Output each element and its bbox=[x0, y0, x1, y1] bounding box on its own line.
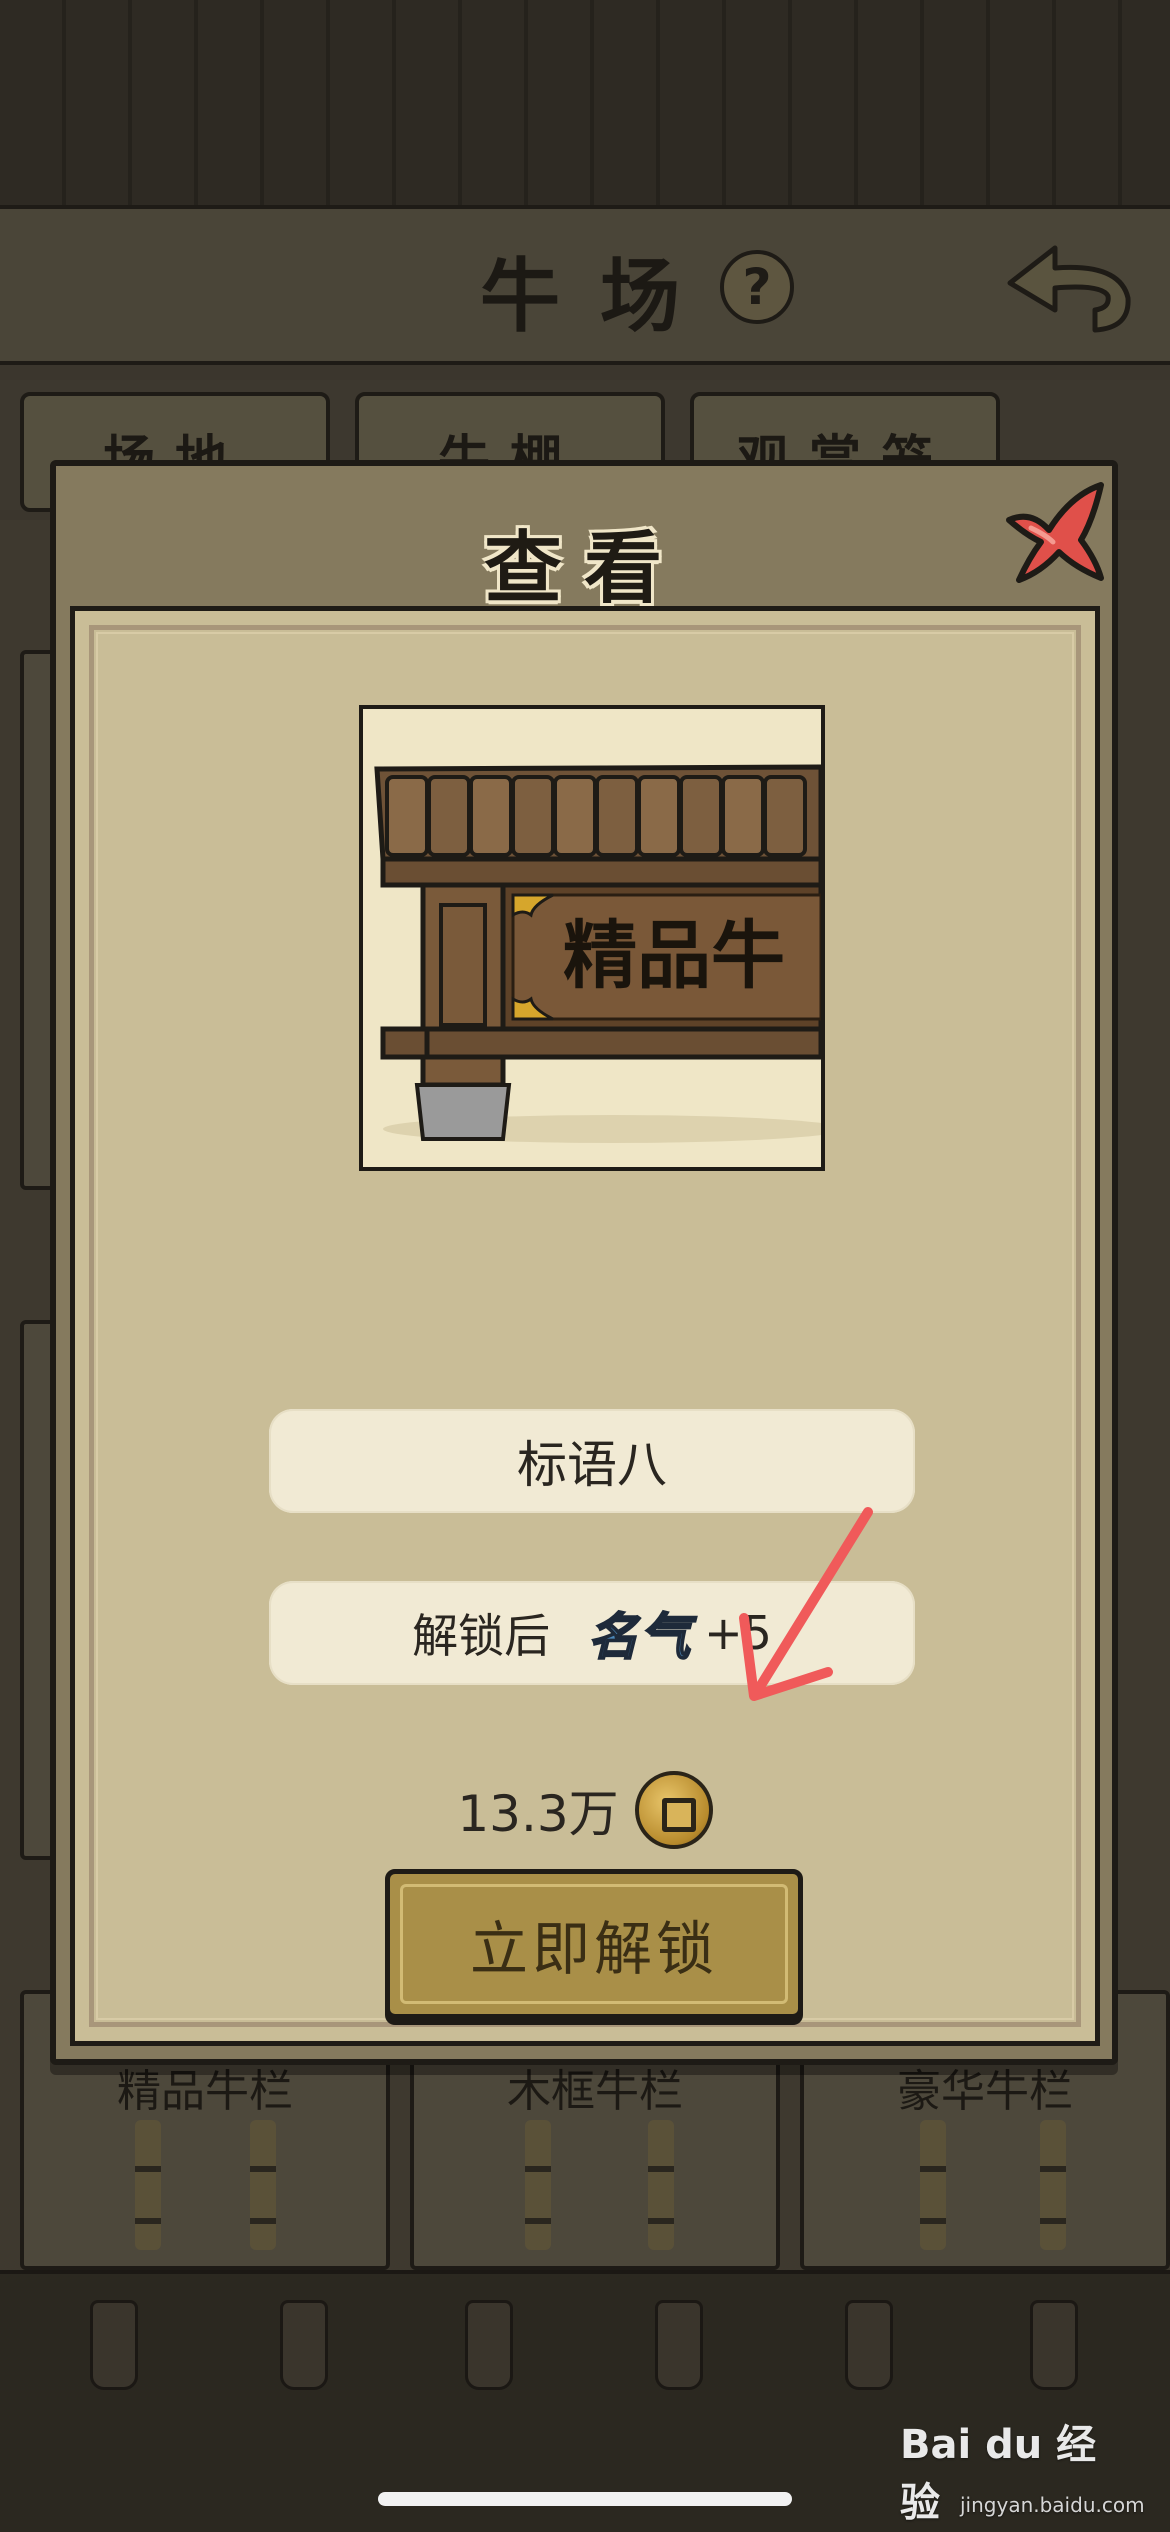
unlock-now-label: 立即解锁 bbox=[400, 1884, 788, 2004]
bamboo-post bbox=[525, 2120, 551, 2250]
copper-coin-icon bbox=[634, 1771, 713, 1849]
signboard-illustration: 精品牛 bbox=[363, 709, 821, 1167]
game-screen: 牛场 ? 场地 牛棚 观赏笼 精品牛栏 木框牛栏 豪华牛栏 查看 bbox=[0, 0, 1170, 2532]
bottom-ornament bbox=[845, 2300, 893, 2390]
item-name-label: 标语八 bbox=[269, 1409, 915, 1513]
background-top-fence bbox=[0, 0, 1170, 205]
effect-prefix: 解锁后 bbox=[412, 1609, 551, 1663]
baidu-watermark-url: jingyan.baidu.com bbox=[960, 2493, 1145, 2517]
bottom-ornament bbox=[280, 2300, 328, 2390]
bamboo-post bbox=[920, 2120, 946, 2250]
price-row: 13.3万 bbox=[75, 1771, 1095, 1849]
home-indicator[interactable] bbox=[378, 2492, 792, 2506]
bottom-ornament bbox=[90, 2300, 138, 2390]
fame-stat-icon: 名气 bbox=[587, 1606, 693, 1667]
back-arrow-icon bbox=[1007, 245, 1131, 333]
bottom-ornament bbox=[1030, 2300, 1078, 2390]
baidu-watermark: Bai du 经验 bbox=[900, 2422, 1097, 2526]
effect-value: +5 bbox=[704, 1606, 772, 1660]
bamboo-post bbox=[648, 2120, 674, 2250]
view-dialog: 查看 精品牛 标语八 解锁后 名气 +5 13.3万 立即解锁 bbox=[50, 460, 1118, 2065]
bottom-ornament bbox=[465, 2300, 513, 2390]
bamboo-post bbox=[1040, 2120, 1066, 2250]
bottom-ornament bbox=[655, 2300, 703, 2390]
close-icon[interactable] bbox=[1001, 480, 1111, 585]
background-screen-title: 牛场 bbox=[480, 249, 720, 343]
dialog-title: 查看 bbox=[483, 523, 684, 614]
unlock-effect-label: 解锁后 名气 +5 bbox=[269, 1581, 915, 1685]
unlock-now-button[interactable]: 立即解锁 bbox=[385, 1869, 803, 2019]
bamboo-post bbox=[135, 2120, 161, 2250]
dialog-panel: 精品牛 标语八 解锁后 名气 +5 13.3万 立即解锁 bbox=[70, 606, 1100, 2046]
item-preview-image: 精品牛 bbox=[359, 705, 825, 1171]
bamboo-post bbox=[250, 2120, 276, 2250]
help-icon: ? bbox=[720, 250, 794, 324]
price-amount: 13.3万 bbox=[457, 1785, 619, 1843]
item-name-text: 标语八 bbox=[517, 1436, 667, 1494]
signboard-text: 精品牛 bbox=[563, 913, 785, 999]
